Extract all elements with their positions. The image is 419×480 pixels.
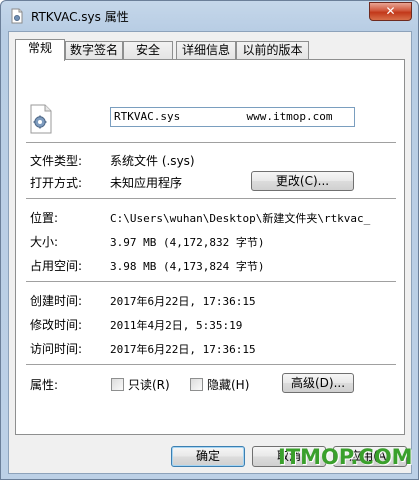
modified-label: 修改时间: <box>30 318 83 332</box>
properties-window: RTKVAC.sys 属性 ✕ 常规 数字签名 安全 详细信息 以前的版本 RT… <box>0 0 419 480</box>
file-type-label: 文件类型: <box>30 154 83 168</box>
separator <box>26 281 396 282</box>
open-with-label: 打开方式: <box>30 176 83 190</box>
modified-value: 2011年4月2日, 5:35:19 <box>110 319 243 332</box>
accessed-label: 访问时间: <box>30 342 83 356</box>
watermark: ITMOP.COM <box>278 445 413 469</box>
tab-general[interactable]: 常规 <box>15 39 65 61</box>
separator <box>26 142 396 143</box>
filename-field[interactable]: RTKVAC.sys www.itmop.com <box>110 107 355 127</box>
created-label: 创建时间: <box>30 294 83 308</box>
size-on-disk-label: 占用空间: <box>30 259 83 273</box>
size-on-disk-value: 3.98 MB (4,173,824 字节) <box>110 260 265 273</box>
separator <box>26 364 396 365</box>
close-button[interactable]: ✕ <box>369 2 412 21</box>
hidden-checkbox[interactable] <box>190 378 203 391</box>
change-button[interactable]: 更改(C)... <box>251 171 354 191</box>
created-value: 2017年6月22日, 17:36:15 <box>110 295 256 308</box>
advanced-button[interactable]: 高级(D)... <box>282 373 354 393</box>
size-label: 大小: <box>30 235 59 249</box>
accessed-value: 2017年6月22日, 17:36:15 <box>110 343 256 356</box>
ok-button[interactable]: 确定 <box>171 446 245 467</box>
tab-previous-versions[interactable]: 以前的版本 <box>236 41 309 60</box>
close-icon: ✕ <box>385 4 396 18</box>
attributes-label: 属性: <box>30 378 59 392</box>
general-panel: RTKVAC.sys www.itmop.com 文件类型: 系统文件 (.sy… <box>15 59 405 435</box>
separator <box>26 198 396 199</box>
tab-details[interactable]: 详细信息 <box>176 41 236 60</box>
title-bar[interactable]: RTKVAC.sys 属性 ✕ <box>1 1 418 31</box>
file-icon <box>11 8 23 24</box>
location-label: 位置: <box>30 211 59 225</box>
tab-digital-signatures[interactable]: 数字签名 <box>65 41 123 60</box>
window-title: RTKVAC.sys 属性 <box>31 10 129 24</box>
system-file-icon <box>30 104 52 134</box>
readonly-checkbox[interactable] <box>111 378 124 391</box>
readonly-label[interactable]: 只读(R) <box>128 376 170 393</box>
file-type-value: 系统文件 (.sys) <box>110 154 195 168</box>
location-value: C:\Users\wuhan\Desktop\新建文件夹\rtkvac_ <box>110 212 371 225</box>
size-value: 3.97 MB (4,172,832 字节) <box>110 236 265 249</box>
dialog-client: 常规 数字签名 安全 详细信息 以前的版本 RTKVAC.sys www.itm… <box>8 31 412 474</box>
open-with-value: 未知应用程序 <box>110 176 183 190</box>
tab-security[interactable]: 安全 <box>123 41 173 60</box>
hidden-label[interactable]: 隐藏(H) <box>207 376 249 393</box>
